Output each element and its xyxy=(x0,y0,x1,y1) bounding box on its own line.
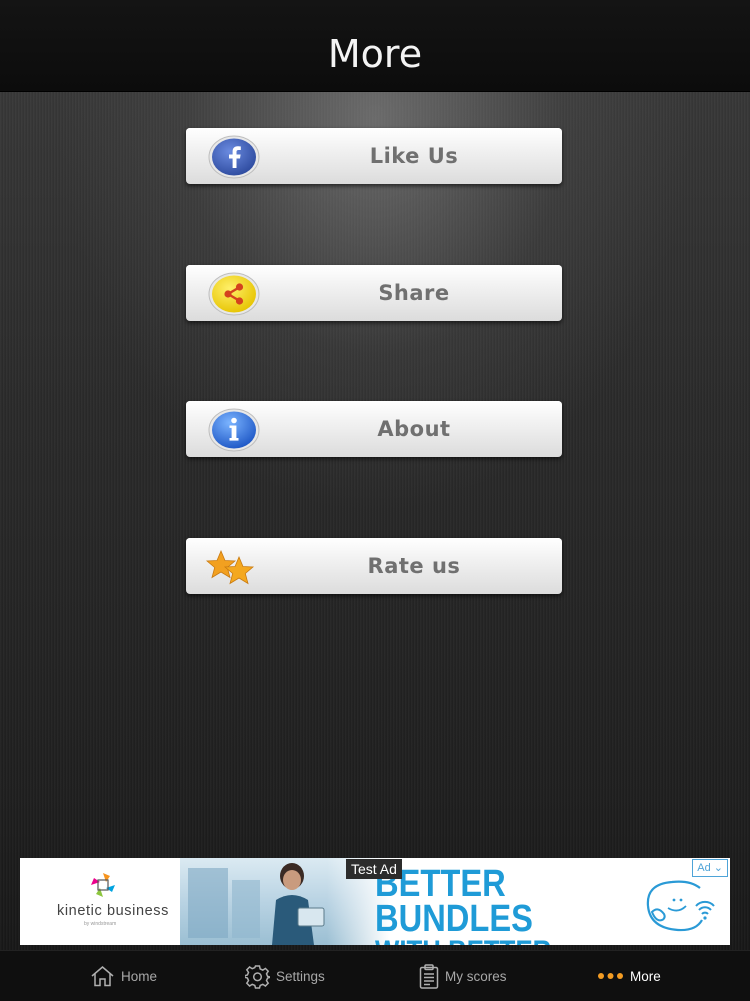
tab-home-label: Home xyxy=(121,968,158,984)
more-dots-icon xyxy=(598,973,623,979)
stars-icon xyxy=(205,549,255,585)
tab-settings[interactable]: Settings xyxy=(245,951,325,1001)
rate-us-button[interactable]: Rate us xyxy=(186,538,562,594)
about-label: About xyxy=(377,417,451,441)
ad-headline-line2: WITH BETTER FEATURES xyxy=(375,937,620,946)
info-icon xyxy=(208,408,260,452)
ad-brand-sub: by windstream xyxy=(84,921,117,927)
ad-brand-name: kinetic business xyxy=(57,903,169,919)
share-icon xyxy=(208,272,260,316)
ad-choices-badge[interactable]: Ad ⌄ xyxy=(692,859,728,877)
tab-my-scores[interactable]: My scores xyxy=(419,951,507,1001)
navigation-bar: More xyxy=(0,0,750,92)
share-button[interactable]: Share xyxy=(186,265,562,321)
tab-settings-label: Settings xyxy=(276,968,325,984)
about-button[interactable]: About xyxy=(186,401,562,457)
tab-my-scores-label: My scores xyxy=(445,968,507,984)
tab-bar: Home Settings My scores More xyxy=(0,950,750,1001)
gear-icon xyxy=(245,964,270,989)
ad-headline-line1: BETTER BUNDLES xyxy=(375,863,533,940)
test-ad-label: Test Ad xyxy=(346,859,402,879)
tab-home[interactable]: Home xyxy=(90,951,157,1001)
kinetic-logo-icon xyxy=(91,873,115,897)
like-us-label: Like Us xyxy=(369,144,459,168)
clipboard-icon xyxy=(419,963,439,989)
tab-more[interactable]: More xyxy=(597,951,661,1001)
facebook-icon xyxy=(208,135,260,179)
tab-more-label: More xyxy=(630,968,661,984)
ad-wifi-phone-icon xyxy=(646,880,715,932)
home-icon xyxy=(91,966,114,987)
like-us-button[interactable]: Like Us xyxy=(186,128,562,184)
share-label: Share xyxy=(378,281,450,305)
rate-us-label: Rate us xyxy=(367,554,461,578)
page-title: More xyxy=(327,32,423,76)
ad-headline: BETTER BUNDLES WITH BETTER FEATURES xyxy=(375,863,620,946)
